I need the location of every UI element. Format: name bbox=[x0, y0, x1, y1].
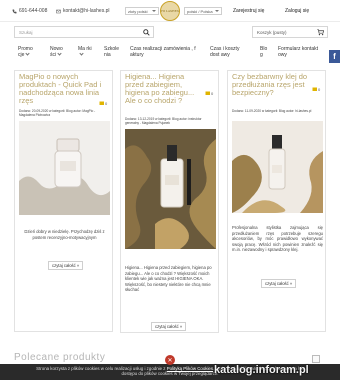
facebook-icon[interactable]: f bbox=[329, 50, 340, 63]
nav-item-koszty-dostawy[interactable]: Czas i koszty dost awy bbox=[210, 46, 250, 58]
post-image[interactable] bbox=[232, 121, 323, 213]
phone-number: 691-644-008 bbox=[19, 8, 48, 14]
cart-label: Koszyk (pusty) bbox=[257, 30, 287, 35]
blog-post-card: Higiena... Higiena przed zabiegiem, higi… bbox=[120, 70, 219, 333]
email-address: kontakt@hi-lashes.pl bbox=[63, 8, 110, 14]
register-link[interactable]: Zarejestruj się bbox=[233, 8, 264, 14]
watermark: katalog.inforam.pl bbox=[214, 364, 309, 376]
login-link[interactable]: Zaloguj się bbox=[285, 8, 309, 14]
chevron-down-icon bbox=[152, 10, 156, 12]
email-contact[interactable]: kontakt@hi-lashes.pl bbox=[56, 8, 110, 14]
currency-value: złoty polski bbox=[128, 8, 148, 14]
nav-item-marki[interactable]: Ma rki bbox=[78, 46, 92, 58]
nav-item-czas-realizacji[interactable]: Czas realizacji zamówienia , f aktury bbox=[130, 46, 204, 58]
section-title: Polecane produkty bbox=[14, 352, 106, 363]
mail-icon bbox=[56, 9, 61, 13]
search-input[interactable]: Szukaj bbox=[14, 26, 154, 38]
post-meta: Dodano: 13-12-2019 w kategorii: Blog aut… bbox=[125, 117, 202, 125]
post-excerpt: Dzień dobry w niedzielę. Przychodzę dziś… bbox=[24, 229, 105, 240]
blog-post-card: MagPio o nowych produktach - Quick Pad i… bbox=[14, 70, 113, 332]
nav-item-formularz[interactable]: Formularz kontakt owy bbox=[278, 46, 328, 58]
nav-item-promocje[interactable]: Promo cje bbox=[18, 46, 36, 58]
chevron-down-icon bbox=[215, 10, 219, 12]
main-nav: Promo cje Nowo ści Ma rki Szkole nia Cza… bbox=[14, 46, 340, 66]
close-icon[interactable]: ✕ bbox=[165, 355, 175, 365]
read-more-button[interactable]: czytaj całość » bbox=[48, 261, 84, 270]
search-icon[interactable] bbox=[143, 29, 150, 36]
read-more-button[interactable]: czytaj całość » bbox=[151, 322, 187, 331]
post-title[interactable]: Higiena... Higiena przed zabiegiem, higi… bbox=[125, 73, 205, 105]
nav-item-nowosci[interactable]: Nowo ści bbox=[50, 46, 66, 58]
phone-icon bbox=[12, 9, 17, 13]
phone-contact[interactable]: 691-644-008 bbox=[12, 8, 47, 14]
nav-item-szkolenia[interactable]: Szkole nia bbox=[104, 46, 124, 58]
post-image[interactable] bbox=[125, 129, 216, 249]
search-placeholder: Szukaj bbox=[19, 30, 33, 35]
svg-text:0: 0 bbox=[211, 91, 214, 96]
svg-text:0: 0 bbox=[105, 101, 108, 106]
shop-logo[interactable]: HI LASHES bbox=[160, 1, 180, 21]
chevron-down-icon bbox=[79, 51, 84, 56]
chevron-down-icon bbox=[25, 51, 31, 56]
nav-item-blog[interactable]: Blo g bbox=[260, 46, 270, 58]
language-select[interactable]: polski / Polska bbox=[184, 7, 222, 15]
grid-view-icon[interactable] bbox=[312, 355, 320, 363]
post-excerpt: Profesjonalna stylistka zajmująca się pr… bbox=[232, 225, 323, 252]
post-excerpt: Higiena... Higiena przed zabiegiem, higi… bbox=[125, 265, 212, 292]
post-meta: Dodano: 11-09-2020 w kategorii: Blog aut… bbox=[232, 109, 312, 113]
chevron-down-icon bbox=[57, 51, 62, 56]
cart-icon bbox=[317, 29, 324, 36]
currency-select[interactable]: złoty polski bbox=[125, 7, 159, 15]
svg-text:0: 0 bbox=[318, 87, 321, 92]
post-image[interactable] bbox=[19, 121, 110, 215]
blog-post-card: Czy bezbarwny klej do przedłużania rzęs … bbox=[227, 70, 326, 332]
comments-icon: 0 bbox=[99, 101, 108, 106]
post-title[interactable]: MagPio o nowych produktach - Quick Pad i… bbox=[19, 73, 107, 105]
comments-icon: 0 bbox=[205, 91, 214, 96]
comments-icon: 0 bbox=[312, 87, 321, 92]
read-more-button[interactable]: czytaj całość » bbox=[261, 279, 297, 288]
language-value: polski / Polska bbox=[187, 8, 213, 14]
post-meta: Dodano: 20-09-2020 w kategorii: Blog aut… bbox=[19, 109, 96, 117]
cart-button[interactable]: Koszyk (pusty) bbox=[252, 26, 328, 38]
top-bar: 691-644-008 kontakt@hi-lashes.pl złoty p… bbox=[0, 0, 340, 22]
post-title[interactable]: Czy bezbarwny klej do przedłużania rzęs … bbox=[232, 73, 314, 97]
